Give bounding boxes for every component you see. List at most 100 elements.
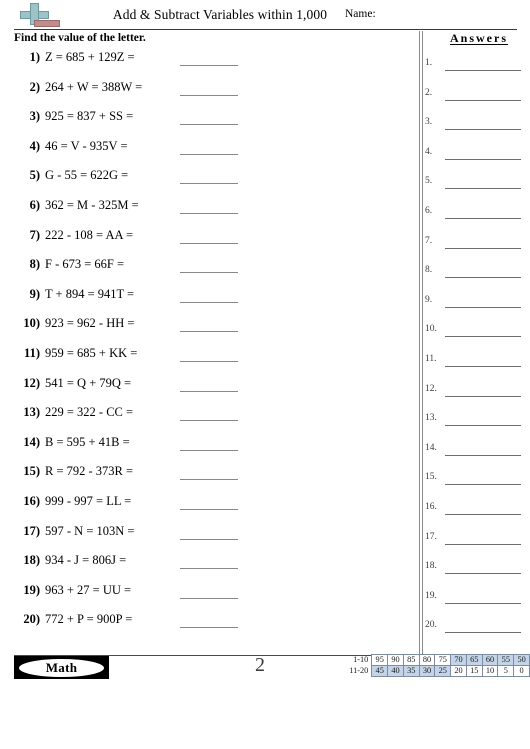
problem-answer-blank[interactable]	[180, 420, 238, 422]
grading-scale-row-label: 1-10	[353, 655, 369, 664]
answer-key-list: 1. 2. 3. 4. 5. 6. 7. 8. 9. 10. 11. 12. 13. 14. 15. 16. 1…	[423, 56, 527, 648]
problem-equation: B = 595 + 41B =	[45, 434, 130, 449]
answer-blank-line[interactable]	[445, 99, 521, 101]
answer-blank-line[interactable]	[445, 247, 521, 249]
answer-blank-line[interactable]	[445, 454, 521, 456]
name-field-label: Name:	[345, 8, 376, 20]
problem-answer-blank[interactable]	[180, 331, 238, 333]
problem-number: 8)	[29, 257, 40, 272]
problem-row: 20) 772 + P = 900P =	[0, 609, 419, 639]
problem-row: 1) Z = 685 + 129Z =	[0, 47, 419, 77]
problem-answer-blank[interactable]	[180, 153, 238, 155]
problem-number: 20)	[23, 612, 40, 627]
problem-answer-blank[interactable]	[180, 390, 238, 392]
grading-scale-cell: 95	[371, 654, 389, 666]
answer-number: 15.	[425, 472, 437, 483]
answer-number: 13.	[425, 413, 437, 424]
answer-blank-line[interactable]	[445, 188, 521, 190]
problem-list: 1) Z = 685 + 129Z = 2) 264 + W = 388W = 3) 92…	[0, 47, 419, 639]
problem-answer-blank[interactable]	[180, 479, 238, 481]
answer-blank-line[interactable]	[445, 543, 521, 545]
answer-blank-line[interactable]	[445, 70, 521, 71]
answer-blank-line[interactable]	[445, 513, 521, 515]
grading-scale-cell: 0	[513, 665, 530, 677]
answer-row: 20.	[423, 618, 527, 648]
answer-blank-line[interactable]	[445, 306, 521, 308]
problem-number: 4)	[29, 138, 40, 153]
answer-row: 2.	[423, 86, 527, 116]
page-title: Add & Subtract Variables within 1,000	[112, 7, 328, 22]
plus-minus-logo	[18, 3, 60, 29]
problem-number: 18)	[23, 553, 40, 568]
problem-answer-blank[interactable]	[180, 508, 238, 510]
grading-scale-cell: 40	[387, 665, 404, 677]
problem-number: 12)	[23, 375, 40, 390]
problem-number: 19)	[23, 582, 40, 597]
answer-blank-line[interactable]	[445, 217, 521, 219]
answer-row: 17.	[423, 530, 527, 560]
answer-row: 18.	[423, 559, 527, 589]
answer-number: 14.	[425, 442, 437, 453]
problem-number: 9)	[29, 286, 40, 301]
grading-scale-row: 11-20 45 40 35 30 25 20 15 10 5 0	[340, 665, 530, 677]
answer-blank-line[interactable]	[445, 573, 521, 575]
answer-blank-line[interactable]	[445, 129, 521, 131]
problem-equation: Z = 685 + 129Z =	[45, 50, 135, 64]
answer-row: 3.	[423, 115, 527, 145]
page-number: 2	[255, 654, 265, 676]
grading-scale-row-label: 11-20	[349, 666, 369, 675]
problem-answer-blank[interactable]	[180, 65, 238, 66]
answer-blank-line[interactable]	[445, 425, 521, 427]
answer-number: 16.	[425, 501, 437, 512]
problem-equation: 362 = M - 325M =	[45, 197, 139, 212]
grading-scale-cell: 45	[371, 665, 389, 677]
answer-number: 1.	[425, 58, 433, 68]
grading-scale-cell: 75	[434, 654, 452, 666]
problem-answer-blank[interactable]	[180, 538, 238, 540]
problem-row: 19) 963 + 27 = UU =	[0, 580, 419, 610]
problem-equation: 934 - J = 806J =	[45, 553, 127, 568]
problem-number: 3)	[29, 109, 40, 124]
problem-row: 9) T + 894 = 941T =	[0, 284, 419, 314]
problem-row: 16) 999 - 997 = LL =	[0, 491, 419, 521]
problem-row: 7) 222 - 108 = AA =	[0, 225, 419, 255]
problem-answer-blank[interactable]	[180, 627, 238, 629]
answer-number: 6.	[425, 205, 433, 216]
answer-blank-line[interactable]	[445, 336, 521, 338]
answer-blank-line[interactable]	[445, 158, 521, 160]
answer-blank-line[interactable]	[445, 365, 521, 367]
problem-answer-blank[interactable]	[180, 360, 238, 362]
problem-answer-blank[interactable]	[180, 568, 238, 570]
answer-blank-line[interactable]	[445, 602, 521, 604]
grading-scale-table: 1-10 95 90 85 80 75 70 65 60 55 50 11-20 45 40 35 30 25 2…	[340, 654, 530, 677]
answer-row: 1.	[423, 56, 527, 86]
answer-blank-line[interactable]	[445, 395, 521, 397]
problem-equation: 999 - 997 = LL =	[45, 493, 132, 508]
problem-equation: R = 792 - 373R =	[45, 464, 134, 479]
problem-equation: 923 = 962 - HH =	[45, 316, 135, 331]
answer-number: 11.	[425, 353, 437, 364]
problem-answer-blank[interactable]	[180, 212, 238, 214]
problem-answer-blank[interactable]	[180, 449, 238, 451]
problem-answer-blank[interactable]	[180, 597, 238, 599]
answer-blank-line[interactable]	[445, 277, 521, 279]
problem-answer-blank[interactable]	[180, 94, 238, 96]
problem-equation: 772 + P = 900P =	[45, 612, 133, 627]
problem-answer-blank[interactable]	[180, 124, 238, 126]
problem-answer-blank[interactable]	[180, 242, 238, 244]
answer-row: 13.	[423, 411, 527, 441]
problem-number: 6)	[29, 197, 40, 212]
answer-blank-line[interactable]	[445, 632, 521, 634]
answer-blank-line[interactable]	[445, 484, 521, 486]
problem-answer-blank[interactable]	[180, 272, 238, 274]
problem-number: 15)	[23, 464, 40, 479]
grading-scale-cell: 10	[481, 665, 499, 677]
answer-number: 12.	[425, 383, 437, 394]
answer-row: 7.	[423, 234, 527, 264]
problem-number: 11)	[24, 345, 40, 360]
minus-icon-bar	[34, 20, 60, 27]
problem-answer-blank[interactable]	[180, 301, 238, 303]
grading-scale-cell: 35	[402, 665, 420, 677]
problem-answer-blank[interactable]	[180, 183, 238, 185]
math-badge-label: Math	[19, 658, 104, 677]
